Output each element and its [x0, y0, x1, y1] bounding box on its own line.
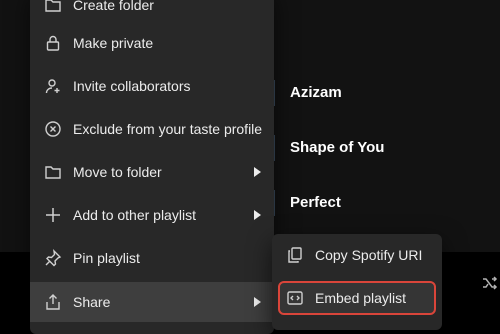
add-person-icon	[44, 77, 62, 95]
exclude-icon	[44, 120, 62, 138]
menu-item-make-private[interactable]: Make private	[30, 23, 274, 63]
menu-item-label: Create folder	[73, 0, 154, 13]
menu-item-label: Exclude from your taste profile	[73, 121, 263, 137]
menu-item-label: Move to folder	[73, 164, 162, 180]
menu-item-create-folder[interactable]: Create folder	[30, 0, 274, 25]
lock-icon	[44, 34, 62, 52]
folder-icon	[44, 163, 62, 181]
song-title[interactable]: Azizam	[290, 84, 342, 101]
embed-icon	[286, 289, 304, 307]
menu-item-invite-collaborators[interactable]: Invite collaborators	[30, 66, 274, 106]
menu-item-label: Add to other playlist	[73, 207, 196, 223]
folder-plus-icon	[44, 0, 62, 14]
submenu-item-label: Copy Spotify URI	[315, 247, 423, 263]
submenu-item-copy-uri[interactable]: Copy Spotify URI	[272, 235, 442, 275]
menu-item-pin-playlist[interactable]: Pin playlist	[30, 238, 274, 278]
menu-item-add-to-playlist[interactable]: Add to other playlist	[30, 195, 274, 235]
song-title[interactable]: Perfect	[290, 194, 341, 211]
chevron-right-icon	[254, 210, 261, 220]
chevron-right-icon	[254, 297, 261, 307]
shuffle-icon[interactable]	[481, 274, 499, 292]
copy-icon	[286, 246, 304, 264]
pin-icon	[44, 249, 62, 267]
plus-icon	[44, 206, 62, 224]
chevron-right-icon	[254, 167, 261, 177]
song-title[interactable]: Shape of You	[290, 139, 384, 156]
menu-item-label: Share	[73, 294, 111, 310]
submenu-item-embed-playlist[interactable]: Embed playlist	[278, 281, 436, 315]
menu-item-share[interactable]: Share	[30, 282, 274, 322]
menu-item-move-to-folder[interactable]: Move to folder	[30, 152, 274, 192]
submenu-item-label: Embed playlist	[315, 290, 407, 306]
playlist-context-menu: Create folder Make private Invite collab…	[30, 0, 274, 334]
share-icon	[44, 293, 62, 311]
share-submenu: Copy Spotify URI Embed playlist	[272, 234, 442, 330]
menu-item-label: Invite collaborators	[73, 78, 191, 94]
menu-item-label: Pin playlist	[73, 250, 140, 266]
menu-item-label: Make private	[73, 35, 154, 51]
menu-item-exclude-taste-profile[interactable]: Exclude from your taste profile	[30, 109, 274, 149]
